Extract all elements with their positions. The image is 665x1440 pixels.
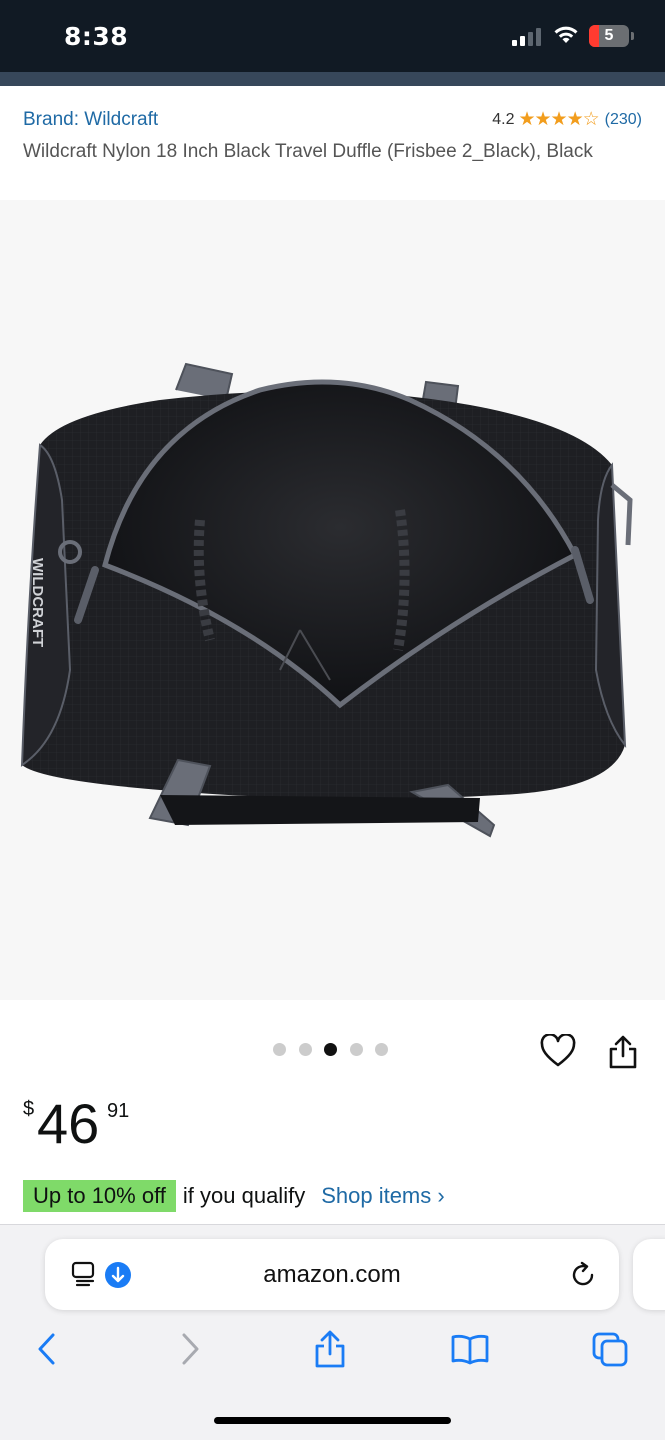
- price-fraction: 91: [107, 1100, 130, 1122]
- share-icon[interactable]: [607, 1034, 639, 1070]
- product-title: Wildcraft Nylon 18 Inch Black Travel Duf…: [23, 141, 593, 162]
- clock: 8:38: [64, 22, 129, 51]
- battery-level: 5: [604, 27, 614, 44]
- price-whole: 46: [37, 1092, 100, 1155]
- carousel-dot[interactable]: [273, 1043, 286, 1056]
- wifi-icon: [554, 26, 578, 43]
- product-page: 8:38 5 Brand: Wildcraft 4.2 ★★★★☆ (230) …: [0, 0, 665, 1440]
- tabs-icon[interactable]: [591, 1331, 629, 1367]
- address-bar[interactable]: amazon.com: [45, 1239, 619, 1310]
- share-icon[interactable]: [313, 1329, 347, 1369]
- carousel-dot[interactable]: [375, 1043, 388, 1056]
- carousel-dot-active[interactable]: [324, 1043, 337, 1056]
- carousel-dot[interactable]: [298, 1043, 312, 1056]
- shop-items-link[interactable]: Shop items ›: [321, 1183, 445, 1209]
- amazon-nav-strip: [0, 72, 665, 86]
- promo-qualifier: if you qualify: [182, 1183, 306, 1208]
- battery-icon: 5: [589, 25, 634, 47]
- discount-badge: Up to 10% off: [23, 1180, 176, 1212]
- rating-count-link[interactable]: (230): [605, 111, 642, 129]
- rating-stars-icon: ★★★★☆: [518, 109, 599, 130]
- status-bar: 8:38 5: [0, 0, 665, 72]
- price-currency: $: [23, 1098, 35, 1120]
- heart-icon[interactable]: [540, 1034, 576, 1068]
- promo-row: Up to 10% off if you qualify Shop items …: [23, 1180, 445, 1212]
- back-icon[interactable]: [35, 1331, 59, 1367]
- product-image[interactable]: WILDCRAFT: [0, 200, 665, 1000]
- forward-icon[interactable]: [178, 1331, 202, 1367]
- url-text[interactable]: amazon.com: [45, 1261, 619, 1289]
- brand-link[interactable]: Brand: Wildcraft: [23, 109, 158, 131]
- cellular-signal-icon: [512, 28, 541, 46]
- browser-toolbar: amazon.com: [0, 1224, 665, 1440]
- bookmarks-icon[interactable]: [450, 1333, 490, 1365]
- duffle-bag-illustration: WILDCRAFT: [20, 362, 633, 838]
- reload-icon[interactable]: [569, 1261, 597, 1289]
- home-indicator[interactable]: [214, 1417, 451, 1424]
- bag-print: WILDCRAFT: [29, 558, 46, 647]
- image-carousel-indicator[interactable]: [273, 1043, 401, 1056]
- carousel-dot[interactable]: [349, 1043, 363, 1056]
- rating-value: 4.2: [492, 110, 515, 128]
- next-tab-preview[interactable]: [633, 1239, 665, 1310]
- rating-summary[interactable]: 4.2 ★★★★☆ (230): [492, 108, 642, 131]
